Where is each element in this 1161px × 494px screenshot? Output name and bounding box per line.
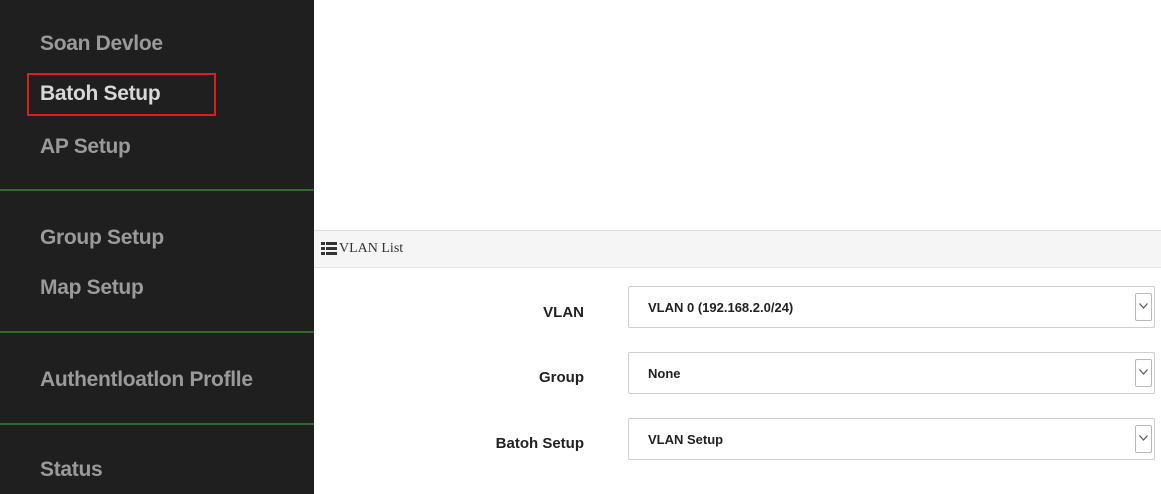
sidebar-item-authentication-profile[interactable]: Authentloatlon Proflle [40, 368, 253, 392]
panel-header: VLAN List [314, 230, 1161, 268]
group-select-value: None [648, 366, 681, 381]
batch-setup-select-value: VLAN Setup [648, 432, 724, 447]
sidebar-item-status[interactable]: Status [40, 458, 103, 482]
chevron-down-icon[interactable] [1135, 359, 1152, 387]
sidebar-item-map-setup[interactable]: Map Setup [40, 276, 144, 300]
group-label: Group [539, 369, 584, 386]
sidebar-item-scan-device[interactable]: Soan Devloe [40, 32, 163, 56]
chevron-down-icon[interactable] [1135, 293, 1152, 321]
batch-setup-select[interactable]: VLAN Setup [628, 418, 1155, 460]
batch-setup-label: Batoh Setup [495, 435, 584, 452]
sidebar-item-group-setup[interactable]: Group Setup [40, 226, 164, 250]
vlan-select[interactable]: VLAN 0 (192.168.2.0/24) [628, 286, 1155, 328]
sidebar-item-ap-setup[interactable]: AP Setup [40, 135, 131, 159]
sidebar-divider [0, 423, 314, 425]
vlan-list-panel: VLAN List VLAN VLAN 0 (192.168.2.0/24) G… [314, 0, 1161, 494]
chevron-down-icon[interactable] [1135, 425, 1152, 453]
list-icon [321, 242, 337, 255]
vlan-label: VLAN [543, 304, 584, 321]
sidebar: Soan Devloe Batoh Setup AP Setup Group S… [0, 0, 314, 494]
highlight-box [27, 73, 216, 116]
sidebar-divider [0, 331, 314, 333]
panel-title: VLAN List [339, 241, 404, 256]
group-select[interactable]: None [628, 352, 1155, 394]
vlan-select-value: VLAN 0 (192.168.2.0/24) [648, 300, 794, 315]
sidebar-divider [0, 189, 314, 191]
